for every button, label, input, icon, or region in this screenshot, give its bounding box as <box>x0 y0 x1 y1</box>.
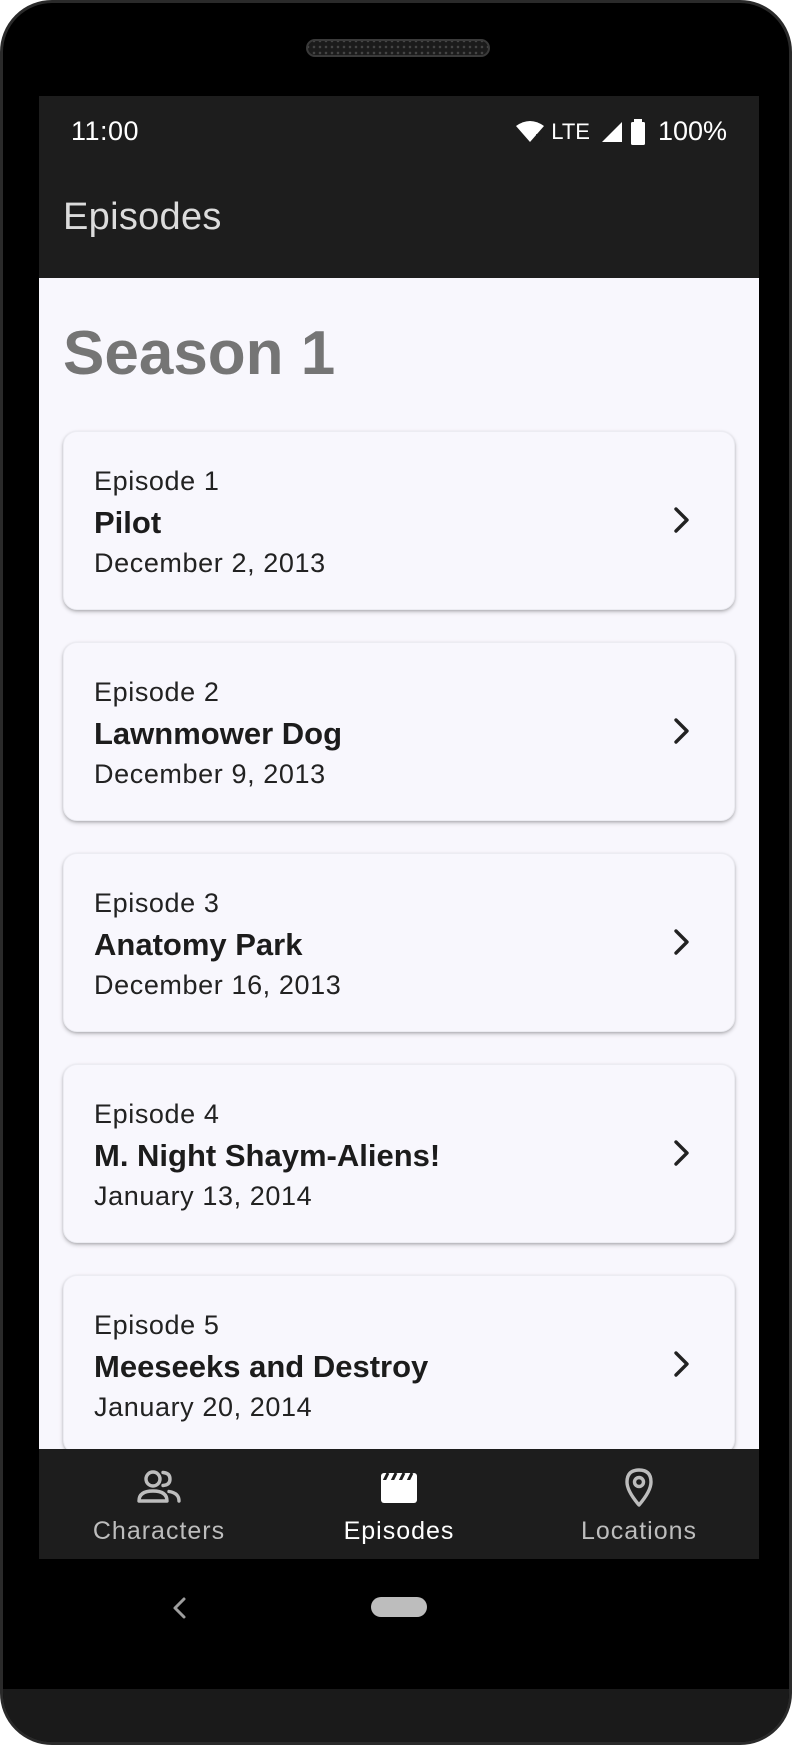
episode-air-date: January 20, 2014 <box>94 1392 313 1422</box>
back-icon[interactable] <box>167 1593 191 1623</box>
episode-number: Episode 2 <box>94 677 220 707</box>
home-pill[interactable] <box>371 1597 427 1617</box>
episode-list: Episode 1 Pilot December 2, 2013 Episode… <box>63 431 735 1449</box>
episode-card[interactable]: Episode 2 Lawnmower Dog December 9, 2013 <box>63 642 735 821</box>
status-indicators: 5 LTE 100% <box>515 116 727 147</box>
earpiece-speaker <box>306 39 490 57</box>
clapperboard-icon <box>381 1472 417 1503</box>
nav-label: Characters <box>92 1517 226 1545</box>
episode-number: Episode 3 <box>94 888 220 918</box>
nav-label: Locations <box>580 1517 698 1545</box>
status-bar: 11:00 5 LTE 100% <box>39 96 759 164</box>
app-screen: 11:00 5 LTE 100% Episodes Season 1 Episo… <box>39 96 759 1559</box>
episode-card[interactable]: Episode 5 Meeseeks and Destroy January 2… <box>63 1275 735 1449</box>
episode-card[interactable]: Episode 1 Pilot December 2, 2013 <box>63 431 735 610</box>
episode-title: Meeseeks and Destroy <box>94 1349 429 1384</box>
location-pin-icon <box>625 1468 653 1507</box>
episode-number: Episode 1 <box>94 466 220 496</box>
battery-percent: 100% <box>657 116 727 146</box>
episode-air-date: December 2, 2013 <box>94 548 326 578</box>
episode-title: Pilot <box>94 505 162 540</box>
bottom-navigation: Characters Episodes Locations <box>39 1449 759 1559</box>
episode-number: Episode 5 <box>94 1310 220 1340</box>
top-app-bar: Episodes <box>39 164 759 278</box>
wifi-icon: 5 <box>516 120 545 144</box>
chevron-right-icon <box>674 1351 689 1377</box>
chevron-right-icon <box>674 718 689 744</box>
bottom-bezel <box>3 1689 789 1742</box>
episode-number: Episode 4 <box>94 1099 220 1129</box>
chevron-right-icon <box>674 929 689 955</box>
episode-air-date: January 13, 2014 <box>94 1181 313 1211</box>
cell-signal-icon <box>601 121 622 142</box>
nav-item-locations[interactable]: Locations <box>519 1449 759 1559</box>
page-title: Episodes <box>63 196 222 238</box>
episode-title: M. Night Shaym-Aliens! <box>94 1138 441 1173</box>
episode-air-date: December 16, 2013 <box>94 970 342 1000</box>
season-heading: Season 1 <box>63 319 336 388</box>
chevron-right-icon <box>674 1140 689 1166</box>
network-type: LTE <box>551 118 590 144</box>
status-time: 11:00 <box>71 116 140 146</box>
nav-item-characters[interactable]: Characters <box>39 1449 279 1559</box>
nav-item-episodes[interactable]: Episodes <box>279 1449 519 1559</box>
episode-title: Anatomy Park <box>94 927 303 962</box>
episode-air-date: December 9, 2013 <box>94 759 326 789</box>
episode-card[interactable]: Episode 4 M. Night Shaym-Aliens! January… <box>63 1064 735 1243</box>
episodes-list-container[interactable]: Season 1 Episode 1 Pilot December 2, 201… <box>39 278 759 1449</box>
svg-text:5: 5 <box>535 132 543 144</box>
nav-label: Episodes <box>343 1517 455 1545</box>
episode-title: Lawnmower Dog <box>94 716 343 751</box>
chevron-right-icon <box>674 507 689 533</box>
battery-icon <box>630 118 645 145</box>
phone-frame: 11:00 5 LTE 100% Episodes Season 1 Episo… <box>0 0 792 1745</box>
system-navigation-bar <box>3 1559 789 1689</box>
people-icon <box>137 1470 181 1503</box>
episode-card[interactable]: Episode 3 Anatomy Park December 16, 2013 <box>63 853 735 1032</box>
